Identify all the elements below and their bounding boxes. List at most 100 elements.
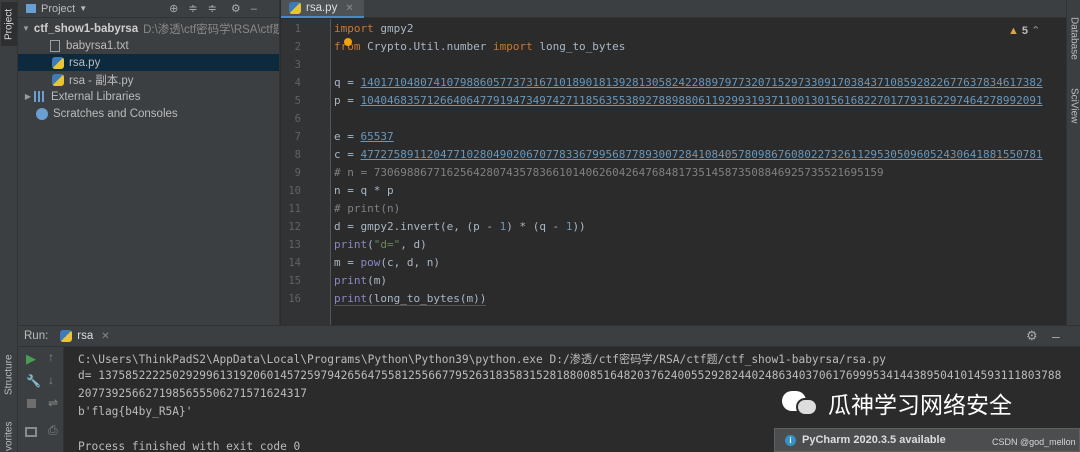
python-file-icon [52,56,64,69]
line-number: 12 [288,221,301,233]
layout-icon[interactable] [25,427,37,437]
left-tool-strip: Project Structure vorites [0,0,18,452]
warnings-indicator[interactable]: ▲ 5 ⌃ [1008,24,1043,37]
code-line-4: q = 140171048074107988605773731671018901… [334,76,1043,89]
structure-tool-tab[interactable]: Structure [1,352,17,398]
project-tool-tab[interactable]: Project [1,2,17,46]
keyword: import [492,40,533,53]
gear-icon[interactable]: ⚙ [1026,328,1038,344]
project-view-title[interactable]: Project [41,3,75,15]
close-icon[interactable]: ✕ [101,331,109,342]
code-text: (long_to_bytes(m)) [367,292,487,305]
expand-all-icon[interactable]: ≑ [208,2,217,15]
tree-item-label: Scratches and Consoles [53,107,178,120]
line-number: 10 [288,185,301,197]
code-text: e = [334,130,361,143]
editor-tab-rsa-py[interactable]: rsa.py ✕ [281,0,364,18]
info-icon: i [785,434,796,446]
line-number: 8 [294,149,301,161]
code-text: (m) [367,274,387,287]
code-text: ) * (q - [506,220,566,233]
console-line: d= 1375852222502929961319206014572597942… [78,369,1062,382]
code-text: long_to_bytes [532,40,626,53]
tree-item-rsa-copy-py[interactable]: rsa - 副本.py [18,71,279,88]
watermark-text: 瓜神学习网络安全 [828,392,1012,418]
line-number: 15 [288,275,301,287]
code-text: (c, d, n) [380,256,440,269]
code-line-9: # n = 7306988677162564280743578366101406… [334,166,884,179]
code-line-14: m = pow(c, d, n) [334,256,440,269]
text-file-icon [50,39,60,52]
code-line-8: c = 477275891120477102804902067077833679… [334,148,1043,161]
close-icon[interactable]: ✕ [345,3,353,14]
python-file-icon [52,73,64,86]
database-tool-tab[interactable]: Database [1067,10,1080,66]
stop-icon[interactable] [27,399,36,408]
rerun-icon[interactable]: ▶ [26,351,36,367]
line-number: 4 [294,77,301,89]
tree-item-path: D:\渗透\ctf密码学\RSA\ctf题 [143,23,279,36]
scroll-down-icon[interactable]: ↓ [48,373,54,387]
wrench-icon[interactable]: 🔧 [26,374,41,388]
code-line-2: from Crypto.Util.number import long_to_b… [334,40,625,53]
line-number: 11 [288,203,301,215]
collapse-all-icon[interactable]: ≑ [188,2,197,15]
warning-icon: ▲ [1008,25,1019,37]
hide-panel-icon[interactable]: – [1052,328,1060,344]
line-number: 14 [288,257,301,269]
string-literal: "d=" [373,238,401,251]
print-icon[interactable]: ⎙ [48,423,58,438]
library-icon [34,91,46,102]
code-text: Crypto.Util.number [360,40,493,53]
line-number: 13 [288,239,301,251]
tree-item-rsa-py[interactable]: rsa.py [18,54,279,71]
line-number: 1 [294,23,301,35]
python-file-icon [60,330,73,342]
code-line-5: p = 104046835712664064779194734974271185… [334,94,1043,107]
line-number: 2 [294,41,301,53]
favorites-tool-tab[interactable]: vorites [1,420,17,452]
dropdown-icon[interactable]: ▼ [79,4,87,13]
chevron-down-icon[interactable]: ▼ [22,24,30,33]
console-line: C:\Users\ThinkPadS2\AppData\Local\Progra… [78,353,887,366]
code-text: c = [334,148,361,161]
builtin-function: print [334,238,368,251]
right-tool-strip: Database SciView [1066,0,1080,325]
line-number: 6 [294,113,301,125]
number-literal: 4772758911204771028049020670778336799568… [360,148,1043,161]
scratches-icon [36,107,48,120]
tree-item-label: External Libraries [51,90,141,103]
soft-wrap-icon[interactable]: ⇌ [48,396,58,410]
tree-item-project-root[interactable]: ▼ ctf_show1-babyrsa D:\渗透\ctf密码学\RSA\ctf… [18,20,279,37]
builtin-function: print [334,292,368,305]
hide-panel-icon[interactable]: – [251,3,257,15]
scroll-up-icon[interactable]: ↑ [48,350,54,364]
gear-icon[interactable]: ⚙ [231,2,241,15]
tree-item-scratches[interactable]: Scratches and Consoles [18,105,279,122]
tree-item-external-libraries[interactable]: ▶ External Libraries [18,88,279,105]
run-panel-header: Run: rsa ✕ ⚙ – [18,325,1080,347]
line-number-gutter: 1 2 3 4 5 6 7 8 9 10 11 12 13 14 15 16 [281,19,331,325]
code-line-11: # print(n) [334,202,401,215]
code-line-10: n = q * p [334,184,394,197]
tree-item-babyrsa1-txt[interactable]: babyrsa1.txt [18,37,279,54]
run-tab-rsa[interactable]: rsa ✕ [60,330,110,342]
sciview-tool-tab[interactable]: SciView [1067,82,1080,130]
code-editor[interactable]: import gmpy2 from Crypto.Util.number imp… [332,19,1066,325]
editor-tab-bar: rsa.py ✕ [281,0,1066,18]
code-line-15: print(m) [334,274,387,287]
chevron-up-icon[interactable]: ⌃ [1031,25,1040,37]
csdn-credit: CSDN @god_mellon [992,437,1076,447]
code-text: ( [367,238,374,251]
warnings-count: 5 [1021,25,1029,37]
wechat-logo-icon [782,389,818,417]
intention-bulb-icon[interactable] [344,38,352,46]
console-line: 2077392566271985655506271571624317 [78,387,308,400]
console-line: Process finished with exit code 0 [78,440,301,452]
locate-icon[interactable]: ⊕ [169,2,178,15]
chevron-right-icon[interactable]: ▶ [22,92,34,101]
console-line: b'flag{b4by_R5A}' [78,405,193,418]
number-literal: 1401710480741079886057737316710189018139… [360,76,1043,89]
code-line-13: print("d=", d) [334,238,427,251]
run-toolbar: ▶ ↑ 🔧 ↓ ⇌ ⎙ [18,347,64,452]
